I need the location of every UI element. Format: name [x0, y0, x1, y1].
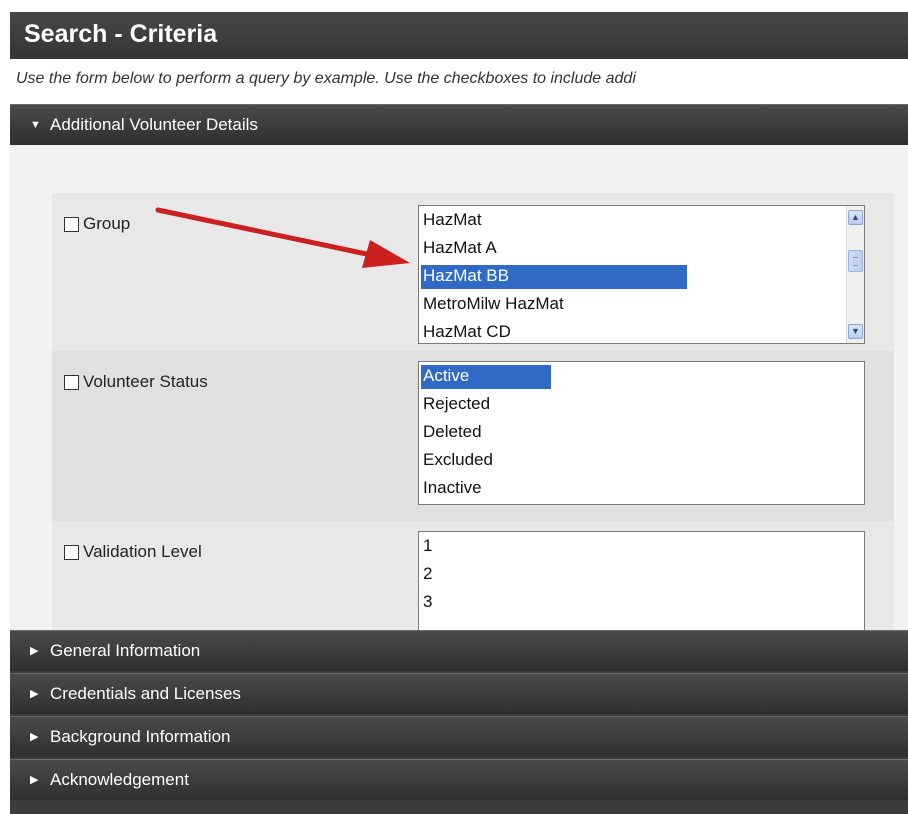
form-description: Use the form below to perform a query by… [10, 59, 908, 104]
section-label: General Information [50, 641, 201, 660]
list-item[interactable]: 3 [419, 588, 864, 616]
list-item[interactable]: Inactive [419, 474, 864, 502]
section-label: Background Information [50, 727, 231, 746]
section-additional-volunteer-details[interactable]: ▼ Additional Volunteer Details [10, 104, 908, 145]
validation-level-label-text: Validation Level [83, 542, 202, 561]
volunteer-status-listbox[interactable]: Active Rejected Deleted Excluded Inactiv… [418, 361, 865, 505]
group-checkbox[interactable] [64, 216, 79, 232]
list-item[interactable]: 1 [419, 532, 864, 560]
group-listbox[interactable]: HazMat HazMat A HazMat BB MetroMilw HazM… [418, 205, 865, 344]
section-label: Credentials and Licenses [50, 684, 241, 703]
scroll-down-icon[interactable]: ▼ [848, 324, 863, 339]
list-item[interactable]: HazMat [419, 206, 864, 234]
scroll-thumb[interactable] [848, 250, 863, 272]
criteria-fields: Group HazMat HazMat A HazMat BB MetroMil… [52, 193, 894, 630]
list-item[interactable]: Deleted [419, 418, 864, 446]
search-criteria-panel: Search - Criteria Use the form below to … [10, 12, 908, 814]
validation-level-field-label: Validation Level [64, 542, 202, 562]
triangle-right-icon: ▶ [30, 731, 39, 743]
volunteer-status-field-label: Volunteer Status [64, 372, 208, 392]
group-label-text: Group [83, 214, 131, 233]
triangle-right-icon: ▶ [30, 688, 39, 700]
group-field-label: Group [64, 214, 130, 234]
validation-level-field-row: Validation Level 1 2 3 [52, 521, 894, 630]
section-credentials-and-licenses[interactable]: ▶ Credentials and Licenses [10, 673, 908, 714]
section-label: Additional Volunteer Details [50, 115, 258, 134]
page-title: Search - Criteria [10, 12, 908, 59]
list-item[interactable]: Excluded [419, 446, 864, 474]
volunteer-status-checkbox[interactable] [64, 374, 79, 390]
validation-level-listbox[interactable]: 1 2 3 [418, 531, 865, 630]
triangle-down-icon: ▼ [30, 119, 41, 131]
volunteer-status-label-text: Volunteer Status [83, 372, 208, 391]
triangle-right-icon: ▶ [30, 645, 39, 657]
section-background-information[interactable]: ▶ Background Information [10, 716, 908, 757]
list-item[interactable]: HazMat A [419, 234, 864, 262]
panel-footer [10, 802, 908, 814]
validation-level-checkbox[interactable] [64, 544, 79, 560]
triangle-right-icon: ▶ [30, 774, 39, 786]
section-acknowledgement[interactable]: ▶ Acknowledgement [10, 759, 908, 800]
list-item-selected[interactable]: HazMat BB [419, 262, 864, 290]
list-item[interactable]: 2 [419, 560, 864, 588]
list-item[interactable]: Rejected [419, 390, 864, 418]
list-item[interactable]: MetroMilw HazMat [419, 290, 864, 318]
volunteer-status-field-row: Volunteer Status Active Rejected Deleted… [52, 351, 894, 521]
scroll-up-icon[interactable]: ▲ [848, 210, 863, 225]
list-item[interactable]: HazMat CD [419, 318, 864, 343]
list-item-selected[interactable]: Active [419, 362, 864, 390]
group-field-row: Group HazMat HazMat A HazMat BB MetroMil… [52, 193, 894, 351]
section-label: Acknowledgement [50, 770, 189, 789]
section-content: Group HazMat HazMat A HazMat BB MetroMil… [10, 145, 908, 630]
group-listbox-scrollbar[interactable]: ▲ ▼ [846, 206, 864, 343]
section-general-information[interactable]: ▶ General Information [10, 630, 908, 671]
